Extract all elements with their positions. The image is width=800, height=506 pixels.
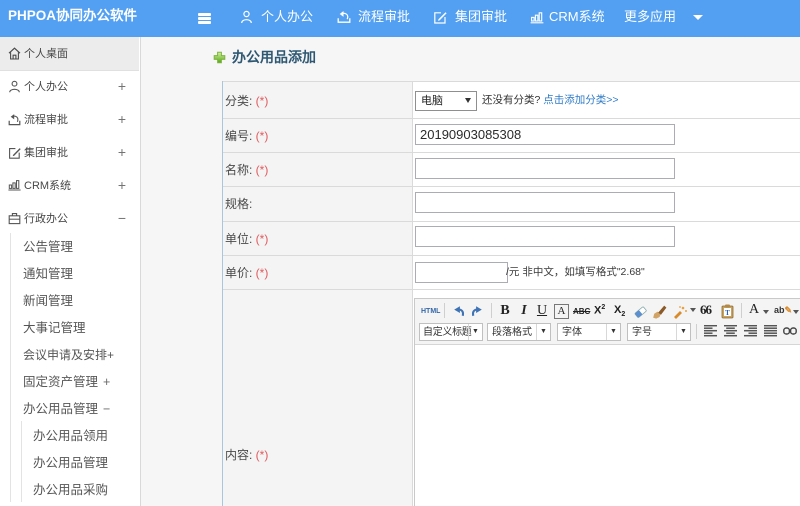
svg-text:T: T xyxy=(725,309,730,317)
